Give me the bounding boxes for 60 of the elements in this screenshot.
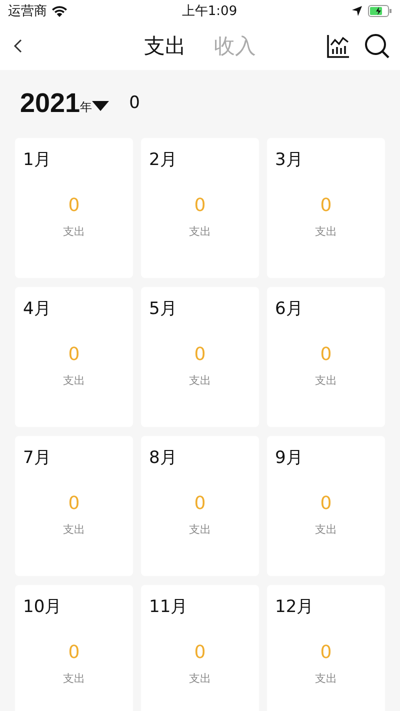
amount-caption: 支出 [315,671,337,686]
month-label: 11月 [148,596,188,618]
search-icon[interactable] [364,33,390,59]
month-card[interactable]: 5月 0 支出 [141,287,259,427]
chart-icon[interactable] [326,34,350,58]
month-amount: 0 [194,195,206,216]
amount-caption: 支出 [315,373,337,388]
month-label: 8月 [148,447,177,469]
amount-caption: 支出 [189,671,211,686]
month-amount: 0 [68,642,80,663]
month-card[interactable]: 6月 0 支出 [267,287,385,427]
month-amount: 0 [68,493,80,514]
year-total: 0 [129,93,140,113]
month-card[interactable]: 3月 0 支出 [267,138,385,278]
battery-icon [368,5,392,17]
month-card[interactable]: 8月 0 支出 [141,436,259,576]
month-label: 5月 [148,298,177,320]
month-card[interactable]: 1月 0 支出 [15,138,133,278]
month-amount: 0 [68,344,80,365]
month-card[interactable]: 2月 0 支出 [141,138,259,278]
year-unit: 年 [80,98,92,116]
month-card[interactable]: 7月 0 支出 [15,436,133,576]
month-amount: 0 [68,195,80,216]
month-label: 9月 [274,447,303,469]
month-amount: 0 [194,344,206,365]
amount-caption: 支出 [189,373,211,388]
month-label: 4月 [22,298,51,320]
tab[interactable]: 支出 [144,32,186,60]
amount-caption: 支出 [63,373,85,388]
amount-caption: 支出 [63,522,85,537]
month-card[interactable]: 10月 0 支出 [15,585,133,711]
month-amount: 0 [320,344,332,365]
amount-caption: 支出 [63,224,85,239]
month-label: 6月 [274,298,303,320]
month-amount: 0 [320,493,332,514]
amount-caption: 支出 [315,224,337,239]
carrier-name: 运营商 [8,3,47,20]
month-label: 10月 [22,596,62,618]
wifi-icon [52,6,67,16]
month-amount: 0 [194,642,206,663]
month-card[interactable]: 9月 0 支出 [267,436,385,576]
month-card[interactable]: 12月 0 支出 [267,585,385,711]
month-card[interactable]: 11月 0 支出 [141,585,259,711]
month-label: 12月 [274,596,314,618]
location-icon [352,6,362,16]
month-label: 3月 [274,149,303,171]
month-label: 1月 [22,149,51,171]
dropdown-icon[interactable] [92,101,110,111]
status-time: 上午1:09 [182,3,238,20]
amount-caption: 支出 [315,522,337,537]
month-amount: 0 [194,493,206,514]
month-amount: 0 [320,195,332,216]
amount-caption: 支出 [189,522,211,537]
year-label[interactable]: 2021 [20,88,80,118]
month-amount: 0 [320,642,332,663]
amount-caption: 支出 [189,224,211,239]
month-label: 7月 [22,447,51,469]
month-label: 2月 [148,149,177,171]
month-card[interactable]: 4月 0 支出 [15,287,133,427]
amount-caption: 支出 [63,671,85,686]
